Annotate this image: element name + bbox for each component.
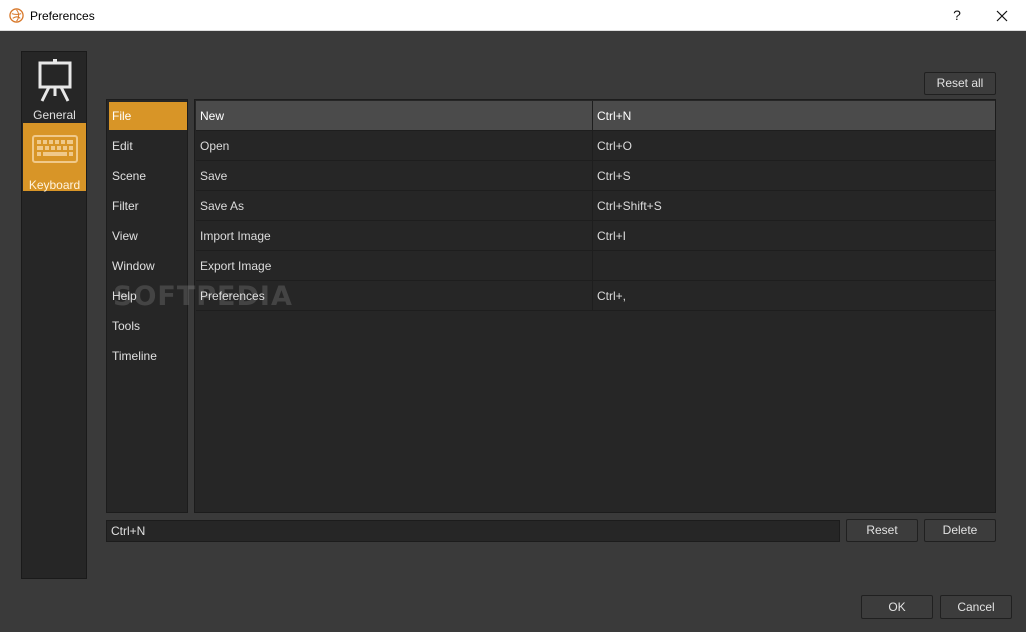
easel-icon: [38, 59, 71, 102]
menu-item-filter[interactable]: Filter: [109, 192, 187, 220]
menu-item-scene[interactable]: Scene: [109, 162, 187, 190]
delete-button[interactable]: Delete: [924, 519, 996, 542]
keyboard-icon: [31, 135, 78, 163]
close-icon: [996, 10, 1008, 22]
shortcut-key-input[interactable]: [106, 520, 840, 542]
table-row[interactable]: Open Ctrl+O: [196, 131, 995, 161]
command-cell: Preferences: [196, 281, 593, 311]
command-cell: New: [196, 101, 593, 131]
category-general[interactable]: General: [23, 54, 86, 122]
shortcut-table: New Ctrl+N Open Ctrl+O Save Ctrl+S Save …: [194, 99, 996, 513]
menu-item-file[interactable]: File: [109, 102, 187, 130]
shortcut-cell: [594, 251, 995, 281]
close-button[interactable]: [982, 0, 1022, 31]
table-row[interactable]: Preferences Ctrl+,: [196, 281, 995, 311]
cancel-button[interactable]: Cancel: [940, 595, 1012, 619]
shortcut-cell: Ctrl+S: [597, 169, 631, 183]
menu-item-view[interactable]: View: [109, 222, 187, 250]
window-title: Preferences: [30, 9, 95, 23]
title-bar: Preferences ?: [0, 0, 1026, 31]
command-cell: Open: [196, 131, 593, 161]
table-row[interactable]: New Ctrl+N: [196, 101, 995, 131]
table-row[interactable]: Save Ctrl+S: [196, 161, 995, 191]
help-button[interactable]: ?: [938, 0, 976, 31]
category-keyboard-label: Keyboard: [28, 178, 81, 192]
ok-button[interactable]: OK: [861, 595, 933, 619]
command-cell: Import Image: [196, 221, 593, 251]
menu-item-help[interactable]: Help: [109, 282, 187, 310]
category-sidebar: General Keyboard: [21, 51, 87, 579]
command-cell: Export Image: [196, 251, 593, 281]
menu-item-timeline[interactable]: Timeline: [109, 342, 187, 370]
table-row[interactable]: Export Image: [196, 251, 995, 281]
shortcut-cell: Ctrl+O: [597, 139, 633, 153]
shortcut-cell: Ctrl+I: [597, 229, 627, 243]
reset-button[interactable]: Reset: [846, 519, 918, 542]
menu-item-tools[interactable]: Tools: [109, 312, 187, 340]
reset-all-button[interactable]: Reset all: [924, 72, 996, 95]
menu-item-edit[interactable]: Edit: [109, 132, 187, 160]
command-cell: Save As: [196, 191, 593, 221]
category-general-label: General: [33, 108, 76, 122]
shortcut-cell: Ctrl+,: [597, 289, 627, 303]
menu-item-window[interactable]: Window: [109, 252, 187, 280]
shortcut-cell: Ctrl+Shift+S: [597, 199, 662, 213]
preferences-content: General Keyboard Reset all File Edit Sce…: [1, 31, 1025, 631]
category-keyboard[interactable]: Keyboard: [23, 123, 86, 192]
table-row[interactable]: Save As Ctrl+Shift+S: [196, 191, 995, 221]
menu-category-list: File Edit Scene Filter View Window Help …: [106, 99, 188, 513]
shortcut-cell: Ctrl+N: [597, 109, 632, 123]
app-logo-icon: [9, 8, 24, 23]
table-row[interactable]: Import Image Ctrl+I: [196, 221, 995, 251]
command-cell: Save: [196, 161, 593, 191]
